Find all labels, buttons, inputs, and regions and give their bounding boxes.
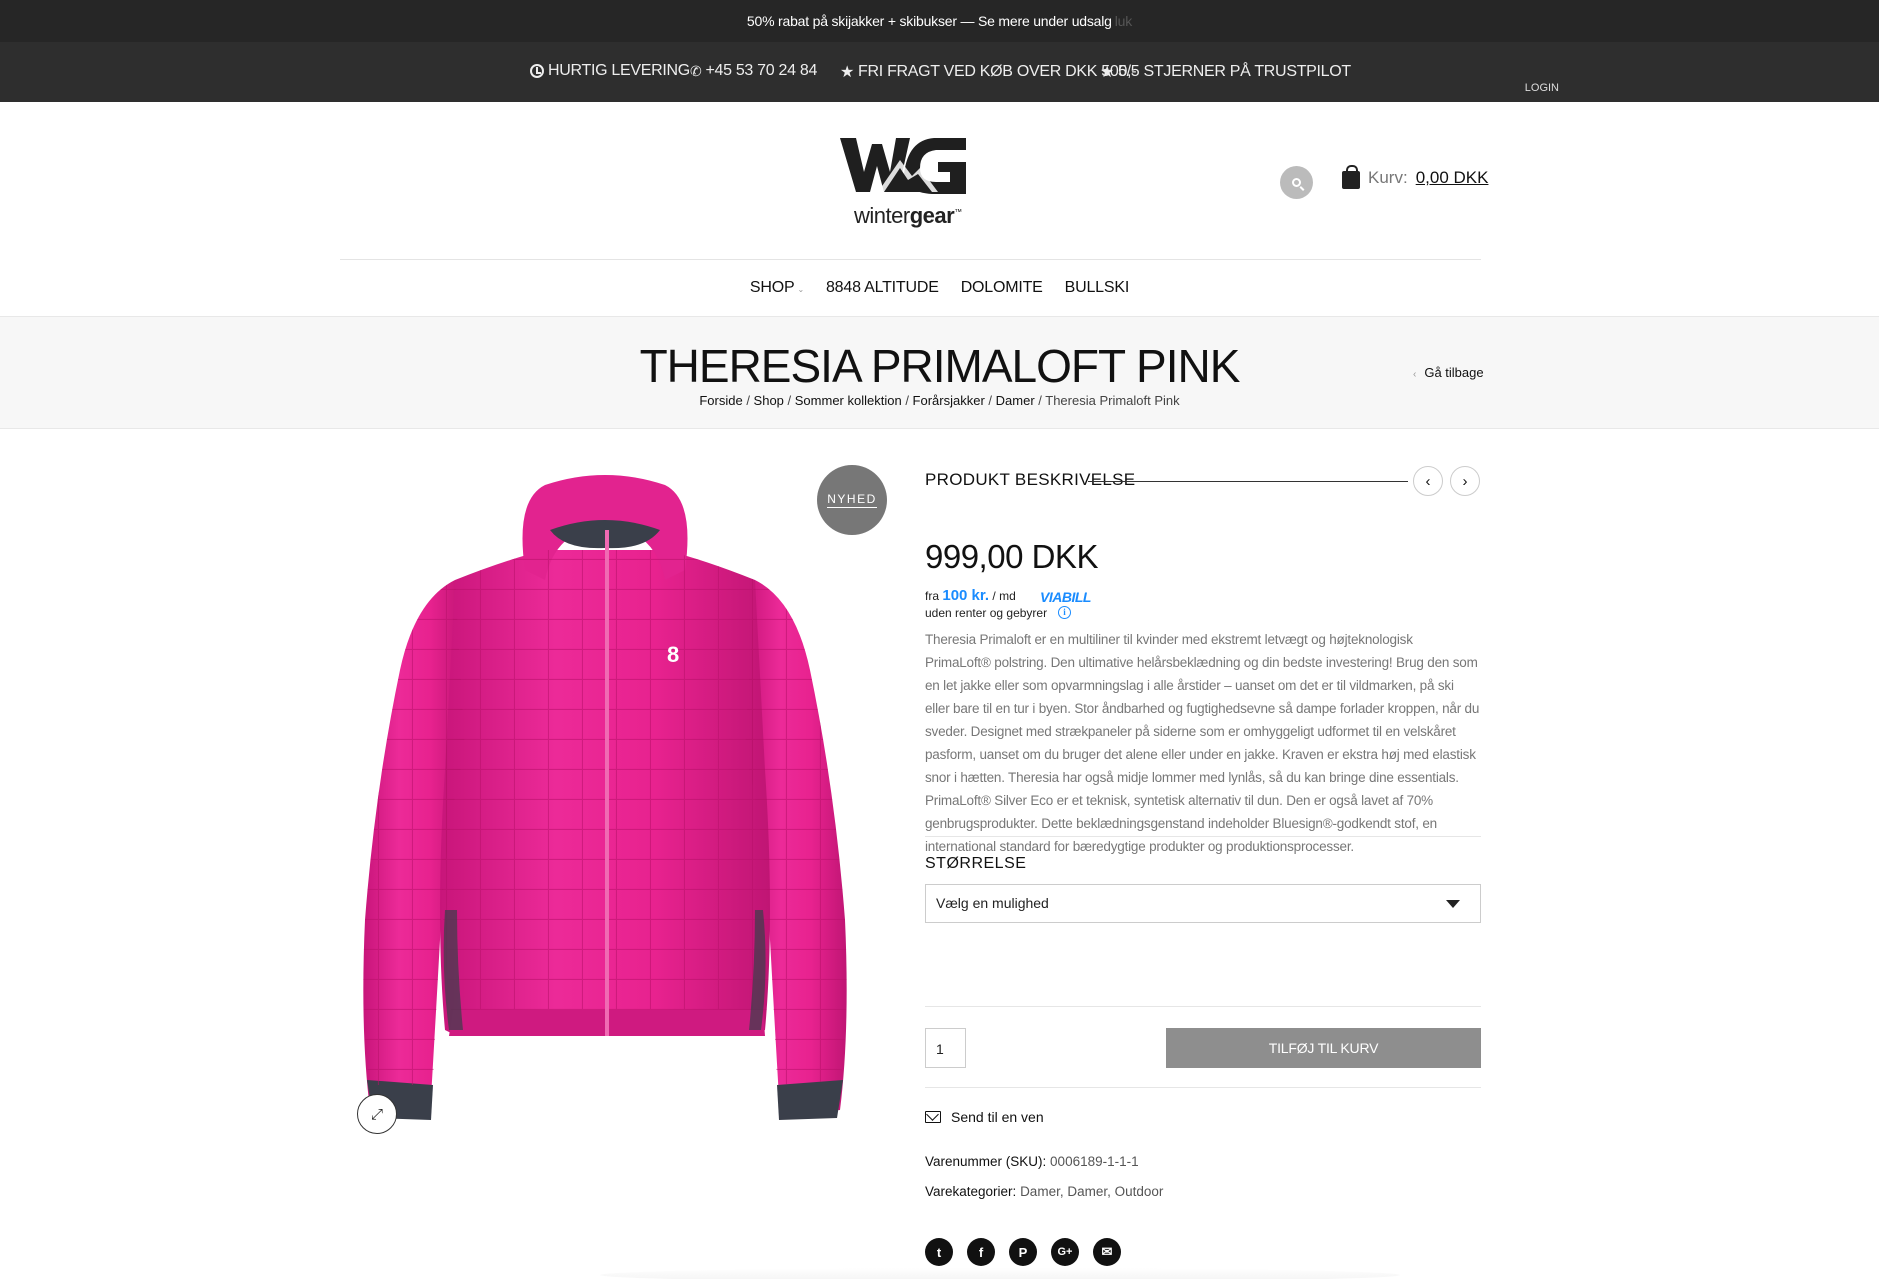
sku-label: Varenummer (SKU): xyxy=(925,1154,1047,1169)
promo-bar: 50% rabat på skijakker + skibukser — Se … xyxy=(0,0,1879,42)
viabill-logo: VIABILL xyxy=(1040,589,1091,605)
sku-row: Varenummer (SKU): 0006189-1-1-1 xyxy=(925,1154,1139,1169)
page-header: THERESIA PRIMALOFT PINK Forside / Shop /… xyxy=(0,316,1879,429)
back-link[interactable]: ‹ Gå tilbage xyxy=(1413,365,1484,380)
phone-info[interactable]: ✆ +45 53 70 24 84 xyxy=(690,62,817,80)
nav-item-8848-altitude[interactable]: 8848 ALTITUDE xyxy=(826,279,939,297)
bag-icon xyxy=(1342,165,1360,189)
dropdown-arrow-icon xyxy=(1446,900,1460,908)
share-buttons: t f P G+ ✉ xyxy=(925,1238,1121,1266)
promo-text[interactable]: 50% rabat på skijakker + skibukser — Se … xyxy=(747,13,1112,29)
shipping-text: FRI FRAGT VED KØB OVER DKK 500,- xyxy=(858,63,1137,80)
prev-product-button[interactable]: ‹ xyxy=(1413,466,1443,496)
cart-amount[interactable]: 0,00 DKK xyxy=(1416,168,1489,188)
phone-icon: ✆ xyxy=(690,62,702,79)
facebook-icon[interactable]: f xyxy=(967,1238,995,1266)
zoom-button[interactable]: ⤢ xyxy=(357,1094,397,1134)
chevron-right-icon: › xyxy=(1462,472,1468,490)
envelope-icon xyxy=(925,1111,941,1123)
phone-text[interactable]: +45 53 70 24 84 xyxy=(705,62,817,80)
viabill-info: fra 100 kr. / md uden renter og gebyrer xyxy=(925,587,1048,620)
chevron-down-icon: ⌄ xyxy=(797,285,804,294)
nav-item-bullski[interactable]: BULLSKI xyxy=(1065,279,1130,297)
new-badge: NYHED xyxy=(817,465,887,535)
size-label: STØRRELSE xyxy=(925,855,1027,872)
chevron-left-icon: ‹ xyxy=(1425,472,1431,490)
sku-value: 0006189-1-1-1 xyxy=(1050,1154,1139,1169)
breadcrumb-current: Theresia Primaloft Pink xyxy=(1045,393,1180,408)
trustpilot-text[interactable]: 5/5 STJERNER PÅ TRUSTPILOT xyxy=(1118,63,1351,81)
breadcrumb-item[interactable]: Sommer kollektion xyxy=(795,393,902,408)
shipping-info: ★ FRI FRAGT VED KØB OVER DKK 500,- xyxy=(840,62,1137,82)
mail-icon[interactable]: ✉ xyxy=(1093,1238,1121,1266)
categories-label: Varekategorier: xyxy=(925,1184,1017,1199)
add-to-cart-button[interactable]: TILFØJ TIL KURV xyxy=(1166,1028,1481,1068)
divider xyxy=(925,1087,1481,1088)
search-button[interactable] xyxy=(1280,166,1313,199)
info-bar: HURTIG LEVERING ✆ +45 53 70 24 84 ★ FRI … xyxy=(0,42,1879,102)
star-icon: ★ xyxy=(840,64,855,81)
breadcrumb: Forside / Shop / Sommer kollektion / For… xyxy=(699,393,1180,408)
product-description: Theresia Primaloft er en multiliner til … xyxy=(925,632,1480,854)
chevron-left-icon: ‹ xyxy=(1413,369,1417,380)
description-heading: PRODUKT BESKRIVELSE xyxy=(925,470,1136,489)
cart-label: Kurv: xyxy=(1368,168,1408,187)
nav-item-shop[interactable]: SHOP ⌄ xyxy=(750,279,804,297)
expand-icon: ⤢ xyxy=(370,1105,383,1123)
next-product-button[interactable]: › xyxy=(1450,466,1480,496)
divider xyxy=(925,1006,1481,1007)
login-link[interactable]: LOGIN xyxy=(1525,82,1559,94)
twitter-icon[interactable]: t xyxy=(925,1238,953,1266)
breadcrumb-item[interactable]: Shop xyxy=(754,393,784,408)
promo-close[interactable]: luk xyxy=(1115,13,1133,29)
product-price: 999,00 DKK xyxy=(925,538,1098,575)
delivery-text: HURTIG LEVERING xyxy=(548,62,690,79)
star-icon: ★ xyxy=(1100,64,1115,81)
clock-icon xyxy=(530,64,544,78)
page-title: THERESIA PRIMALOFT PINK xyxy=(639,340,1241,392)
product-image[interactable]: 8 xyxy=(345,470,865,1170)
divider xyxy=(925,836,1481,837)
send-to-friend-label[interactable]: Send til en ven xyxy=(951,1109,1044,1125)
size-select-value: Vælg en mulighed xyxy=(936,895,1049,911)
trustpilot-info[interactable]: ★ 5/5 STJERNER PÅ TRUSTPILOT xyxy=(1100,62,1351,82)
size-select[interactable]: Vælg en mulighed xyxy=(925,884,1481,923)
categories-value[interactable]: Damer, Damer, Outdoor xyxy=(1020,1184,1163,1199)
breadcrumb-item[interactable]: Damer xyxy=(996,393,1035,408)
breadcrumb-item[interactable]: Forårsjakker xyxy=(913,393,985,408)
bottom-shadow xyxy=(600,1268,1400,1279)
cart-link[interactable]: Kurv: 0,00 DKK xyxy=(1342,165,1489,189)
heading-rule xyxy=(1088,481,1408,482)
delivery-info: HURTIG LEVERING xyxy=(530,62,690,80)
main-nav: SHOP ⌄ 8848 ALTITUDE DOLOMITE BULLSKI xyxy=(0,260,1879,316)
google-plus-icon[interactable]: G+ xyxy=(1051,1238,1079,1266)
send-to-friend-link[interactable]: Send til en ven xyxy=(925,1109,1044,1125)
search-icon xyxy=(1292,178,1301,187)
quantity-input[interactable]: 1 xyxy=(925,1028,966,1068)
info-icon[interactable]: i xyxy=(1058,606,1071,619)
breadcrumb-item[interactable]: Forside xyxy=(699,393,742,408)
categories-row: Varekategorier: Damer, Damer, Outdoor xyxy=(925,1184,1163,1199)
pinterest-icon[interactable]: P xyxy=(1009,1238,1037,1266)
nav-item-dolomite[interactable]: DOLOMITE xyxy=(961,279,1043,297)
svg-text:8: 8 xyxy=(667,642,679,667)
brand-wordmark: wintergear™ xyxy=(854,203,962,228)
